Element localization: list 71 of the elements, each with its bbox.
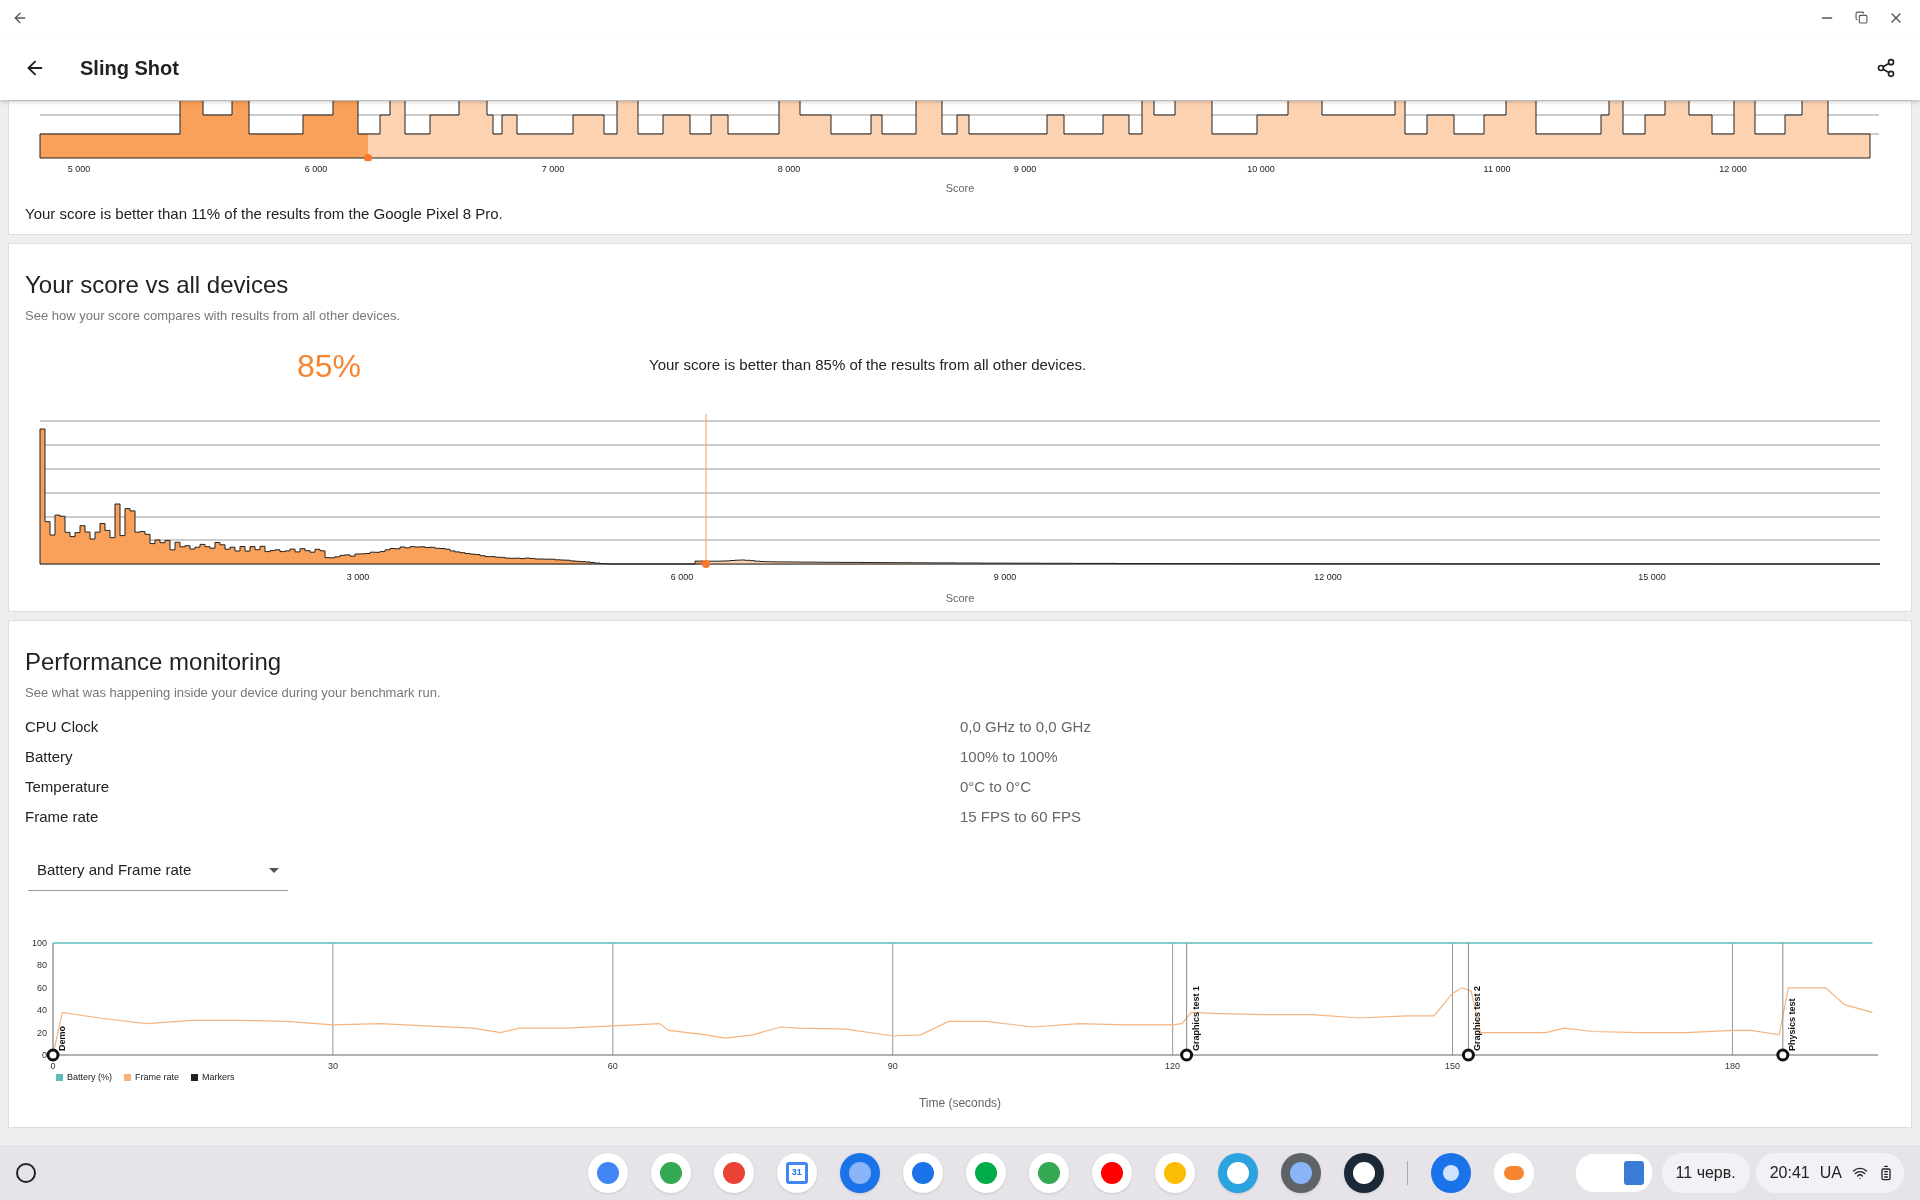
x-tick-label: 11 000 xyxy=(1483,163,1511,176)
metric-value: 15 FPS to 60 FPS xyxy=(960,807,1081,828)
axis-label: Score xyxy=(945,182,975,194)
y-tick-label: 40 xyxy=(37,1004,47,1015)
keyboard-layout: UA xyxy=(1819,1162,1842,1183)
app-icon[interactable] xyxy=(1343,1152,1384,1193)
x-tick-label: 3 000 xyxy=(346,570,370,584)
marker-label: Demo xyxy=(57,1025,67,1051)
section-title: Your score vs all devices xyxy=(24,270,289,300)
marker-ring xyxy=(1180,1048,1194,1061)
metric-label: CPU Clock xyxy=(24,717,100,738)
x-tick-label: 7 000 xyxy=(541,163,565,176)
marker-ring xyxy=(46,1048,60,1061)
y-tick-label: 60 xyxy=(37,982,47,993)
x-tick-label: 12 000 xyxy=(1314,570,1342,584)
battery-icon xyxy=(1878,1164,1894,1181)
y-tick-label: 80 xyxy=(37,959,47,970)
x-tick-label: 5 000 xyxy=(67,163,91,176)
x-tick-label: 15 000 xyxy=(1638,570,1666,584)
date-pill[interactable]: 11 черв. xyxy=(1661,1152,1750,1193)
metric-value: 0,0 GHz to 0,0 GHz xyxy=(960,717,1091,738)
x-tick-label: 150 xyxy=(1445,1060,1461,1071)
marker-label: Graphics test 1 xyxy=(1190,985,1201,1051)
metric-value: 0°C to 0°C xyxy=(960,777,1032,798)
metric-value: 100% to 100% xyxy=(960,747,1058,768)
x-tick-label: 9 000 xyxy=(1013,163,1037,176)
status-tray[interactable]: 20:41 UA xyxy=(1755,1152,1904,1193)
chart-type-dropdown[interactable]: Battery and Frame rate xyxy=(28,850,288,891)
marker-ring xyxy=(1461,1048,1475,1061)
notification-thumbnail[interactable] xyxy=(1575,1153,1652,1192)
y-tick-label: 20 xyxy=(37,1027,47,1038)
score-summary: Your score is better than 11% of the results from the Google Pixel 8 Pro. xyxy=(24,204,503,224)
axis-label: Score xyxy=(945,591,975,604)
metric-label: Battery xyxy=(24,747,74,768)
axis-label: Time (seconds) xyxy=(918,1096,1002,1110)
x-tick-label: 120 xyxy=(1165,1060,1181,1071)
marker-label: Graphics test 2 xyxy=(1472,985,1483,1051)
x-tick-label: 6 000 xyxy=(670,570,694,584)
x-tick-label: 6 000 xyxy=(304,163,328,176)
score-dot xyxy=(702,559,710,568)
x-tick-label: 9 000 xyxy=(993,570,1017,584)
legend-swatch xyxy=(191,1073,199,1081)
legend-label: Frame rate xyxy=(135,1070,180,1084)
score-summary: Your score is better than 85% of the results from all other devices. xyxy=(649,355,1087,376)
x-tick-label: 12 000 xyxy=(1719,163,1747,176)
x-tick-label: 30 xyxy=(327,1060,338,1071)
x-tick-label: 8 000 xyxy=(777,163,801,176)
section-subtitle: See what was happening inside your device during your benchmark run. xyxy=(24,684,441,702)
section-subtitle: See how your score compares with results from all other devices. xyxy=(24,307,400,325)
legend-label: Battery (%) xyxy=(67,1070,112,1084)
marker-label: Physics test xyxy=(1786,997,1797,1051)
metric-label: Frame rate xyxy=(24,807,100,828)
share-icon[interactable] xyxy=(1876,57,1896,78)
y-tick-label: 0 xyxy=(42,1049,47,1060)
launcher-icon[interactable] xyxy=(16,1162,36,1183)
restore-icon[interactable] xyxy=(1855,11,1868,24)
percentile-value: 85% xyxy=(296,347,361,384)
x-tick-label: 90 xyxy=(887,1060,898,1071)
caret-icon xyxy=(269,867,279,873)
x-tick-label: 180 xyxy=(1724,1060,1740,1071)
x-tick-label: 60 xyxy=(607,1060,618,1071)
y-tick-label: 100 xyxy=(31,937,47,948)
section-title: Performance monitoring xyxy=(24,647,282,677)
x-tick-label: 10 000 xyxy=(1247,163,1275,176)
metric-label: Temperature xyxy=(24,777,111,798)
page-title: Sling Shot xyxy=(80,55,179,81)
app-icon[interactable]: 31 xyxy=(776,1152,817,1193)
clock-time: 20:41 xyxy=(1769,1162,1810,1183)
x-tick-label: 0 xyxy=(50,1060,56,1071)
legend-label: Markers xyxy=(202,1070,235,1084)
marker-ring xyxy=(1776,1048,1790,1061)
